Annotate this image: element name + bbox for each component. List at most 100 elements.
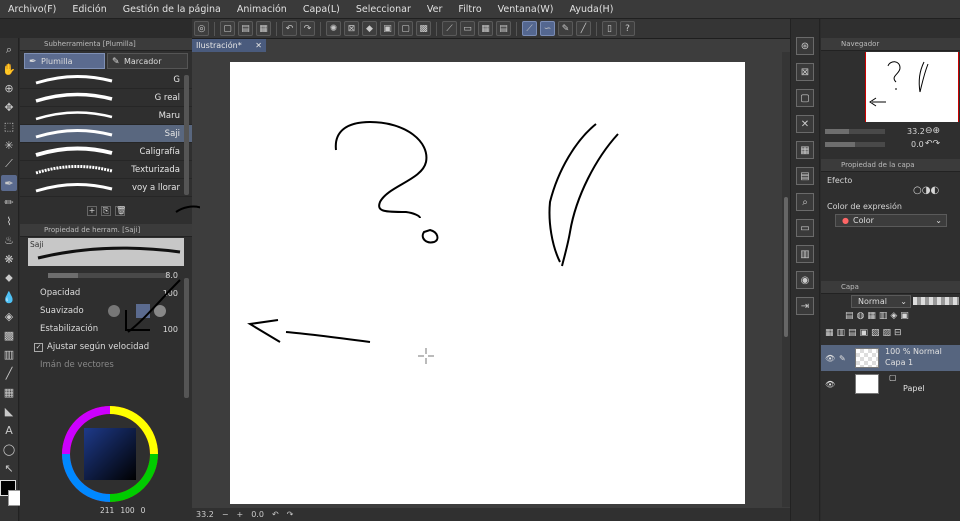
save-icon[interactable]: ▦	[256, 21, 271, 36]
menu-filtro[interactable]: Filtro	[450, 4, 489, 15]
ruler-icon[interactable]: ▭	[460, 21, 475, 36]
layer-row[interactable]: 👁 ▢ Papel	[821, 371, 960, 397]
brush-list-scrollbar[interactable]	[184, 75, 189, 195]
fill-bucket-icon[interactable]: ◈	[1, 308, 17, 324]
open-file-icon[interactable]: ▤	[238, 21, 253, 36]
line-icon[interactable]: ╱	[1, 365, 17, 381]
rotation-value[interactable]: 0.0	[251, 510, 264, 519]
navigator-rotate-slider[interactable]	[825, 142, 885, 147]
rotate-right-icon[interactable]: ↷	[287, 510, 294, 519]
effect-icons[interactable]: ○◑◐	[913, 185, 939, 196]
layer-row[interactable]: 👁 ✎ 100 % Normal Capa 1	[821, 345, 960, 371]
zoom-in-icon[interactable]: +	[237, 510, 244, 519]
hue-ring[interactable]	[60, 404, 160, 504]
rotate-left-icon[interactable]: ↶	[272, 510, 279, 519]
pen-pressure-icon[interactable]: ╱	[576, 21, 591, 36]
brush-item-voy-a-llorar[interactable]: voy a llorar	[20, 179, 192, 197]
clear-icon[interactable]: ⊠	[344, 21, 359, 36]
opacity-slider[interactable]	[913, 297, 959, 305]
fill-icon[interactable]: ◆	[362, 21, 377, 36]
pen-icon[interactable]: ✒	[1, 175, 17, 191]
move-layer-icon[interactable]: ✥	[1, 99, 17, 115]
menu-gestion-pagina[interactable]: Gestión de la página	[115, 4, 229, 15]
auto-action-icon[interactable]: ▥	[796, 245, 814, 263]
ruler-tool-icon[interactable]: ◣	[1, 403, 17, 419]
text-icon[interactable]: A	[1, 422, 17, 438]
pencil-icon[interactable]: ✏	[1, 194, 17, 210]
navigator-thumbnail[interactable]	[865, 52, 959, 122]
snap-icon[interactable]: ⟋	[442, 21, 457, 36]
undo-icon[interactable]: ↶	[282, 21, 297, 36]
brush-item-caligrafia[interactable]: Caligrafía	[20, 143, 192, 161]
animation-icon[interactable]: ▭	[796, 219, 814, 237]
nav-rotate-buttons-icon[interactable]: ↶↷	[925, 139, 940, 149]
zoom-icon[interactable]: ⌕	[1, 42, 17, 58]
loading-icon[interactable]: ✺	[326, 21, 341, 36]
layer-property-icon[interactable]: ⊠	[796, 63, 814, 81]
close-tab-icon[interactable]: ✕	[255, 41, 262, 50]
app-logo-icon[interactable]: ◎	[194, 21, 209, 36]
eye-icon[interactable]: 👁	[825, 354, 835, 363]
grid-panel-icon[interactable]: ▦	[796, 141, 814, 159]
navigator-zoom-slider[interactable]	[825, 129, 885, 134]
hand-icon[interactable]: ✋	[1, 61, 17, 77]
menu-ver[interactable]: Ver	[419, 4, 451, 15]
delete-icon[interactable]: ✕	[796, 115, 814, 133]
export-icon[interactable]: ⇥	[796, 297, 814, 315]
operation-icon[interactable]: ⊕	[1, 80, 17, 96]
decoration-icon[interactable]: ❋	[1, 251, 17, 267]
menu-archivo[interactable]: Archivo(F)	[0, 4, 64, 15]
eraser-icon[interactable]: ⬥	[1, 270, 17, 286]
figure-icon[interactable]: ▥	[1, 346, 17, 362]
menu-animacion[interactable]: Animación	[229, 4, 295, 15]
speed-checkbox[interactable]: ✓	[34, 342, 43, 352]
eyedropper-icon[interactable]: ⟋	[1, 156, 17, 172]
menu-ayuda[interactable]: Ayuda(H)	[562, 4, 622, 15]
zoom-value[interactable]: 33.2	[196, 510, 214, 519]
expression-color-dropdown[interactable]: ● Color ⌄	[835, 214, 947, 227]
auto-select-icon[interactable]: ✳	[1, 137, 17, 153]
gradient-icon[interactable]: ▩	[1, 327, 17, 343]
brush-icon[interactable]: ⌇	[1, 213, 17, 229]
selection-icon[interactable]: ⬚	[1, 118, 17, 134]
nav-zoom-value[interactable]: 33.2	[907, 127, 925, 136]
material-panel-icon[interactable]: ⊛	[796, 37, 814, 55]
brush-item-g[interactable]: G	[20, 71, 192, 89]
select-all-icon[interactable]: ▣	[380, 21, 395, 36]
frame-icon[interactable]: ▦	[1, 384, 17, 400]
brush-item-maru[interactable]: Maru	[20, 107, 192, 125]
new-file-icon[interactable]: ▢	[220, 21, 235, 36]
grid-icon[interactable]: ▦	[478, 21, 493, 36]
curve-line-icon[interactable]: ∽	[540, 21, 555, 36]
layer-tool-icons[interactable]: ▤◍▦▥◈▣	[845, 311, 912, 321]
redo-icon[interactable]: ↷	[300, 21, 315, 36]
zoom-out-icon[interactable]: −	[222, 510, 229, 519]
stabilize-line-icon[interactable]: ⟋	[522, 21, 537, 36]
menu-capa[interactable]: Capa(L)	[295, 4, 348, 15]
copy-subtool-icon[interactable]: ⎘	[101, 206, 111, 216]
camera-icon[interactable]: ◉	[796, 271, 814, 289]
balloon-icon[interactable]: ◯	[1, 441, 17, 457]
invert-selection-icon[interactable]: ▩	[416, 21, 431, 36]
airbrush-icon[interactable]: ♨	[1, 232, 17, 248]
add-subtool-icon[interactable]: +	[87, 206, 97, 216]
drawing-canvas[interactable]	[230, 62, 745, 504]
menu-seleccionar[interactable]: Seleccionar	[348, 4, 419, 15]
layer-search-icon[interactable]: ⌕	[796, 193, 814, 211]
document-tab[interactable]: Ilustración* ✕	[192, 39, 266, 52]
tab-marcador[interactable]: ✎ Marcador	[107, 53, 188, 69]
nav-zoom-buttons-icon[interactable]: ⊖⊕	[925, 126, 940, 136]
color-wheel[interactable]	[60, 404, 180, 502]
layer-action-icons[interactable]: ▦▥▤▣▧▨⊟	[825, 328, 905, 338]
perspective-icon[interactable]: ▤	[496, 21, 511, 36]
blend-icon[interactable]: 💧	[1, 289, 17, 305]
blend-mode-dropdown[interactable]: Normal ⌄	[851, 295, 911, 308]
brush-item-texturizada[interactable]: Texturizada	[20, 161, 192, 179]
brush-item-saji[interactable]: Saji	[20, 125, 192, 143]
menu-edicion[interactable]: Edición	[64, 4, 114, 15]
brush-item-g-real[interactable]: G real	[20, 89, 192, 107]
help-icon[interactable]: ?	[620, 21, 635, 36]
eye-icon[interactable]: 👁	[825, 380, 835, 389]
correction-icon[interactable]: ✎	[558, 21, 573, 36]
nav-rotation-value[interactable]: 0.0	[911, 140, 924, 149]
